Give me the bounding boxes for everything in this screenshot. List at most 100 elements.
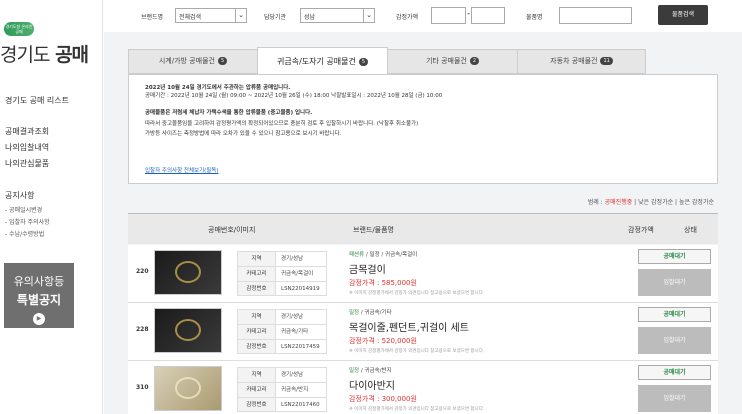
site-logo[interactable]: 경기도 공매 [0,40,89,67]
table-row[interactable]: 220 지역 경기/성남 카테고리 귀금속/목걸이 감정번호 LSN22014919 … [128,245,718,303]
notice-sub-caution[interactable]: - 입찰자 주의사항 [5,217,50,226]
region-key: 지역 [238,368,276,382]
notice-line2: 공매기간 : 2022년 10월 24일 (월) 09:00 ~ 2022년 1… [145,92,443,99]
item-name-input[interactable] [559,7,632,24]
sort-high-price[interactable]: 높은 감정가순 [679,199,714,206]
region-key: 지역 [238,252,276,266]
region-value: 경기/성남 [281,256,304,262]
category-path: / 귀금속/기타 [360,310,392,316]
brand-label: 브랜드명 [141,14,164,21]
price-label: 감정가액 [396,14,419,21]
item-image[interactable] [154,308,222,353]
header-brand: 브랜드/물품명 [353,226,394,234]
special-notice-banner[interactable]: 유의사항등 특별공지 ▶ [4,263,74,328]
table-row[interactable]: 228 지역 경기/성남 카테고리 귀금속/기타 감정번호 LSN22017459 밀… [128,303,718,361]
category-tabs: 시계/가방 공매물건 5 귀금속/도자기 공매물건 5 기타 공매물건 2 자동차 공… [128,47,718,74]
brand-select-value: 전체검색 [179,14,202,21]
sort-low-price[interactable]: 낮은 감정가순 [638,199,673,206]
tab-count: 2 [469,57,480,65]
notice-sub-schedule[interactable]: - 공매일시변경 [5,205,42,214]
logo-badge: 경기도청 온라인 공매 [4,22,34,36]
header-status: 상태 [684,226,697,234]
status-badge: 공매대기 [638,365,711,380]
notice-line5: 가방등 사이즈는 측정방법에 따라 오차가 있을 수 있으니 참고용으로 보시기… [145,131,342,137]
item-image[interactable] [154,366,222,411]
item-note: ※ 이미지 감정평가에서 감정가 의견입니다 참고용으로 보셨으면 합니다. [349,407,485,412]
category-tag: 패션류 [349,252,365,258]
item-title[interactable]: 목걸이줄,펜던트,귀걸이 세트 [349,319,484,334]
code-value: LSN22014919 [281,286,320,292]
category-value: 귀금속/기타 [281,329,309,335]
sidebar-item-auction-list[interactable]: 경기도 공매 리스트 [5,95,69,106]
notice-sub-payment[interactable]: - 수납/수령방법 [5,229,44,238]
sidebar-item-my-interests[interactable]: 나의관심물품 [5,158,49,169]
table-row[interactable]: 310 지역 경기/성남 카테고리 귀금속/반지 감정번호 LSN22017460 밀… [128,361,718,414]
notice-line3: 공매물품은 저렴세 체납자 가택수색을 통한 압류물품 (중고물품) 입니다. [145,110,313,116]
auction-number: 220 [136,268,149,275]
tab-others[interactable]: 기타 공매물건 2 [387,49,518,74]
tab-count: 5 [358,57,369,66]
price-min-input[interactable] [431,7,466,24]
bid-button[interactable]: 입찰대기 [638,385,711,412]
region-key: 지역 [238,310,276,324]
price-max-input[interactable] [471,7,505,24]
category-value: 귀금속/반지 [281,387,309,393]
sidebar-item-results[interactable]: 공매결과조회 [5,126,49,137]
chevron-down-icon: ⌄ [235,9,246,22]
status-badge: 공매대기 [638,249,711,264]
sidebar-item-notices[interactable]: 공지사항 [5,190,34,201]
region-value: 경기/성남 [281,314,304,320]
item-title[interactable]: 다이아반지 [349,377,484,392]
notice-line4: 따라서 중고물품임을 고려하여 감정평가액의 확정되어있으므로 충분히 검토 후… [145,120,419,127]
legend-prefix: 범례 : [587,199,603,206]
agency-select[interactable]: 성남 ⌄ [300,8,375,23]
agency-select-value: 성남 [304,14,316,21]
category-path: / 귀금속/반지 [360,368,392,374]
sort-in-progress[interactable]: 공매진행중 [605,199,633,206]
tab-label: 기타 공매물건 [425,57,467,65]
auction-number: 310 [136,384,149,391]
item-image[interactable] [154,250,222,295]
item-label: 물품명 [526,14,543,21]
item-description: 밀정 / 귀금속/반지 다이아반지 감정가격 : 300,000원 ※ 이미지 … [349,366,484,412]
category-path: / 밀정 / 귀금속/목걸이 [365,252,418,258]
main-content: 브랜드명 전체검색 ⌄ 담당기관 성남 ⌄ 감정가액 - 물품명 물품검색 시계… [104,0,742,414]
search-bar: 브랜드명 전체검색 ⌄ 담당기관 성남 ⌄ 감정가액 - 물품명 물품검색 [104,0,742,32]
item-price: 감정가격 : 520,000원 [349,337,417,345]
bid-button[interactable]: 입찰대기 [638,327,711,354]
category-tag: 밀정 [349,310,360,316]
region-value: 경기/성남 [281,372,304,378]
caution-link[interactable]: 입찰자 주의사항 전체보기(필독) [145,166,219,174]
header-price: 감정가액 [628,226,654,234]
banner-line1: 유의사항등 [13,275,65,288]
item-description: 밀정 / 귀금속/기타 목걸이줄,펜던트,귀걸이 세트 감정가격 : 520,0… [349,308,484,354]
item-info: 지역 경기/성남 카테고리 귀금속/반지 감정번호 LSN22017460 [237,367,327,412]
item-price: 감정가격 : 585,000원 [349,279,417,287]
item-title[interactable]: 금목걸이 [349,261,484,276]
tab-label: 귀금속/도자기 공매물건 [276,57,356,66]
brand-select[interactable]: 전체검색 ⌄ [175,8,247,23]
bid-button[interactable]: 입찰대기 [638,269,711,296]
notice-line1: 2022년 10월 24일 경기도에서 주관하는 압류품 공매입니다. [145,85,291,91]
category-tag: 밀정 [349,368,360,374]
tab-cars[interactable]: 자동차 공매물건 11 [517,49,646,74]
auction-number: 228 [136,326,149,333]
item-info: 지역 경기/성남 카테고리 귀금속/목걸이 감정번호 LSN22014919 [237,251,327,296]
category-key: 카테고리 [238,325,276,339]
auction-notice: 2022년 10월 24일 경기도에서 주관하는 압류품 공매입니다. 공매기간… [128,74,718,184]
tab-jewelry-ceramics[interactable]: 귀금속/도자기 공매물건 5 [257,47,388,74]
range-dash: - [467,9,471,19]
tab-count: 11 [600,57,613,65]
code-key: 감정번호 [238,340,276,353]
header-id: 공매번호/이미지 [208,226,256,234]
item-info: 지역 경기/성남 카테고리 귀금속/기타 감정번호 LSN22017459 [237,309,327,354]
item-price: 감정가격 : 300,000원 [349,395,417,403]
logo-title-a: 경기도 [0,44,50,66]
tab-label: 자동차 공매물건 [550,57,598,65]
tab-label: 시계/가방 공매물건 [158,57,215,65]
sidebar-item-my-bids[interactable]: 나의입찰내역 [5,142,49,153]
search-button[interactable]: 물품검색 [658,5,708,25]
chevron-down-icon: ⌄ [363,9,374,22]
logo-title-b: 공매 [55,44,89,66]
tab-watch-bag[interactable]: 시계/가방 공매물건 5 [128,49,258,74]
